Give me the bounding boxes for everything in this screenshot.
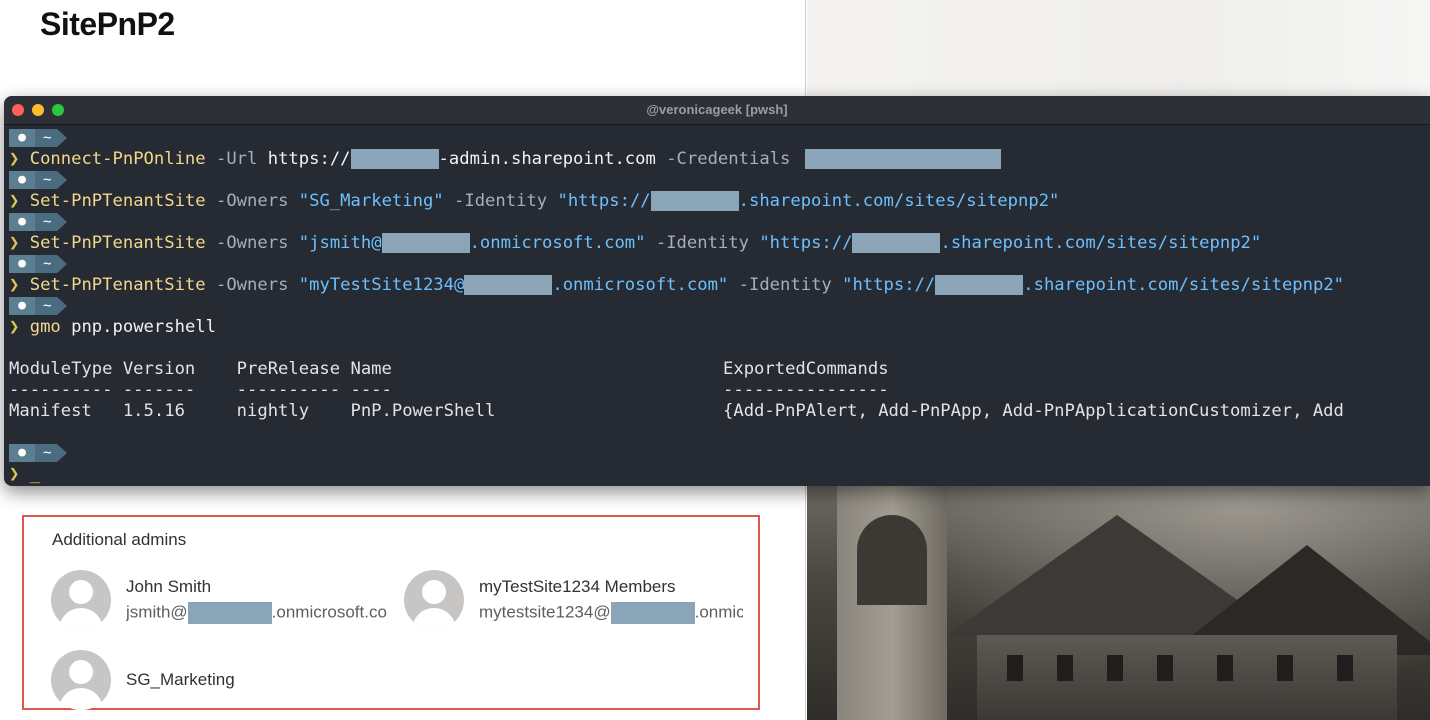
terminal-titlebar[interactable]: @veronicageek [pwsh] (4, 96, 1430, 125)
prompt-chevron: ❯ (9, 275, 20, 295)
output-divider: ---------- ------- ---------- ---- -----… (9, 380, 889, 400)
prompt-chevron: ❯ (9, 233, 20, 253)
command-name: Connect-PnPOnline (29, 149, 206, 169)
command-value: -admin.sharepoint.com (438, 149, 656, 169)
prompt-dir: ~ (35, 255, 58, 273)
command-name: Set-PnPTenantSite (29, 233, 206, 253)
prompt-line: ● ~ (9, 254, 1430, 275)
command-line: ❯ Set-PnPTenantSite -Owners "myTestSite1… (9, 275, 1430, 296)
command-param: -Owners (205, 233, 299, 253)
additional-admins-title: Additional admins (52, 530, 187, 549)
prompt-chevron: ❯ (9, 464, 20, 484)
command-param: -Owners (205, 191, 299, 211)
apple-icon: ● (9, 129, 35, 147)
command-string: .sharepoint.com/sites/sitepnp2" (940, 233, 1262, 253)
prompt-dir: ~ (35, 444, 58, 462)
command-line: ❯ Connect-PnPOnline -Url https:// -admin.… (9, 149, 1430, 170)
apple-icon: ● (9, 255, 35, 273)
command-line: ❯ Set-PnPTenantSite -Owners "jsmith@ .onm… (9, 233, 1430, 254)
command-param: -Url (205, 149, 268, 169)
desktop-wallpaper-photo (807, 485, 1430, 720)
page-title: SitePnP2 (40, 6, 175, 42)
redacted-tenant (610, 602, 695, 624)
command-param: -Owners (205, 275, 299, 295)
command-param: -Identity (728, 275, 843, 295)
admin-email: jsmith@ .onmicrosoft.co (126, 602, 391, 624)
redacted-tenant (381, 233, 470, 253)
avatar (404, 570, 464, 630)
command-string: "https:// (557, 191, 651, 211)
command-string: .onmicrosoft.com" (469, 233, 646, 253)
prompt-dir: ~ (35, 171, 58, 189)
output-row: Manifest 1.5.16 nightly PnP.PowerShell {… (9, 401, 1344, 421)
command-name: gmo (29, 317, 61, 337)
avatar (51, 570, 111, 630)
terminal-output[interactable]: ● ~ ❯ Connect-PnPOnline -Url https://-adm… (9, 128, 1430, 485)
command-string: .onmicrosoft.com" (552, 275, 729, 295)
admin-card-sg-marketing[interactable]: SG_Marketing (51, 650, 391, 712)
command-name: Set-PnPTenantSite (29, 191, 206, 211)
wallpaper-house (977, 635, 1397, 720)
command-param: -Identity (645, 233, 760, 253)
input-line[interactable]: ❯ _ (9, 464, 1430, 485)
terminal-window-title: @veronicageek [pwsh] (646, 102, 788, 117)
prompt-line: ● ~ (9, 296, 1430, 317)
command-param: -Identity (443, 191, 558, 211)
desktop-background-top (807, 0, 1430, 100)
command-name: Set-PnPTenantSite (29, 275, 206, 295)
prompt-line: ● ~ (9, 170, 1430, 191)
admin-name: John Smith (126, 577, 212, 596)
terminal-window[interactable]: @veronicageek [pwsh] ● ~ ❯ Connect-PnPOnl… (4, 96, 1430, 486)
prompt-line: ● ~ (9, 212, 1430, 233)
apple-icon: ● (9, 444, 35, 462)
command-arg: pnp.powershell (60, 317, 216, 337)
command-string: "jsmith@ (298, 233, 382, 253)
prompt-dir: ~ (35, 129, 58, 147)
wallpaper-tower (837, 485, 947, 720)
redacted-tenant (350, 149, 439, 169)
command-string: .sharepoint.com/sites/sitepnp2" (1023, 275, 1345, 295)
admin-name: SG_Marketing (126, 670, 235, 689)
apple-icon: ● (9, 213, 35, 231)
admin-card-mytestsite1234-members[interactable]: myTestSite1234 Members mytestsite1234@ .o… (404, 570, 744, 632)
redacted-tenant (650, 191, 739, 211)
prompt-chevron: ❯ (9, 149, 20, 169)
apple-icon: ● (9, 297, 35, 315)
command-string: "SG_Marketing" (298, 191, 444, 211)
prompt-line: ● ~ (9, 443, 1430, 464)
apple-icon: ● (9, 171, 35, 189)
command-param: -Credentials (655, 149, 801, 169)
redacted-tenant (464, 275, 553, 295)
output-header: ModuleType Version PreRelease Name Expor… (9, 359, 889, 379)
admin-email: mytestsite1234@ .onmic (479, 602, 743, 624)
command-string: .sharepoint.com/sites/sitepnp2" (738, 191, 1060, 211)
redacted-tenant (852, 233, 941, 253)
additional-admins-panel: Additional admins John Smith jsmith@ .onm… (22, 515, 760, 710)
redacted-tenant (935, 275, 1024, 295)
prompt-chevron: ❯ (9, 191, 20, 211)
prompt-chevron: ❯ (9, 317, 20, 337)
admin-name: myTestSite1234 Members (479, 577, 676, 596)
command-string: "https:// (842, 275, 936, 295)
command-string: "myTestSite1234@ (298, 275, 465, 295)
redacted-credentials (804, 149, 1001, 169)
text-cursor: _ (29, 464, 41, 484)
command-line: ❯ gmo pnp.powershell (9, 317, 1430, 338)
admin-card-john-smith[interactable]: John Smith jsmith@ .onmicrosoft.co (51, 570, 391, 632)
prompt-line: ● ~ (9, 128, 1430, 149)
redacted-tenant (187, 602, 272, 624)
command-line: ❯ Set-PnPTenantSite -Owners "SG_Marketin… (9, 191, 1430, 212)
avatar (51, 650, 111, 710)
command-value: https:// (267, 149, 351, 169)
prompt-dir: ~ (35, 213, 58, 231)
prompt-dir: ~ (35, 297, 58, 315)
command-string: "https:// (759, 233, 853, 253)
